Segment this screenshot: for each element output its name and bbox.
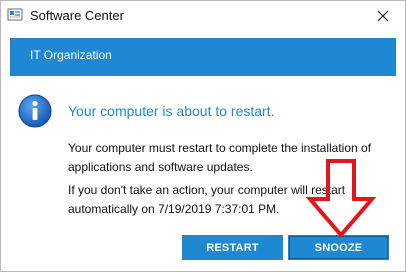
software-center-icon bbox=[7, 8, 23, 21]
close-button[interactable] bbox=[361, 1, 405, 31]
title-bar[interactable]: Software Center bbox=[1, 1, 405, 31]
info-icon bbox=[18, 94, 52, 128]
restart-deadline: If you don't take an action, your comput… bbox=[68, 183, 346, 216]
restart-headline: Your computer is about to restart. bbox=[68, 103, 275, 119]
organization-banner: IT Organization bbox=[10, 38, 396, 76]
window-title: Software Center bbox=[30, 8, 124, 23]
restart-explanation: Your computer must restart to complete t… bbox=[68, 141, 372, 174]
organization-name: IT Organization bbox=[30, 48, 112, 62]
snooze-button[interactable]: SNOOZE bbox=[288, 235, 389, 260]
restart-button[interactable]: RESTART bbox=[182, 235, 283, 260]
close-icon bbox=[377, 10, 389, 22]
dialog-window: Software Center IT Organization Your com… bbox=[0, 0, 406, 272]
